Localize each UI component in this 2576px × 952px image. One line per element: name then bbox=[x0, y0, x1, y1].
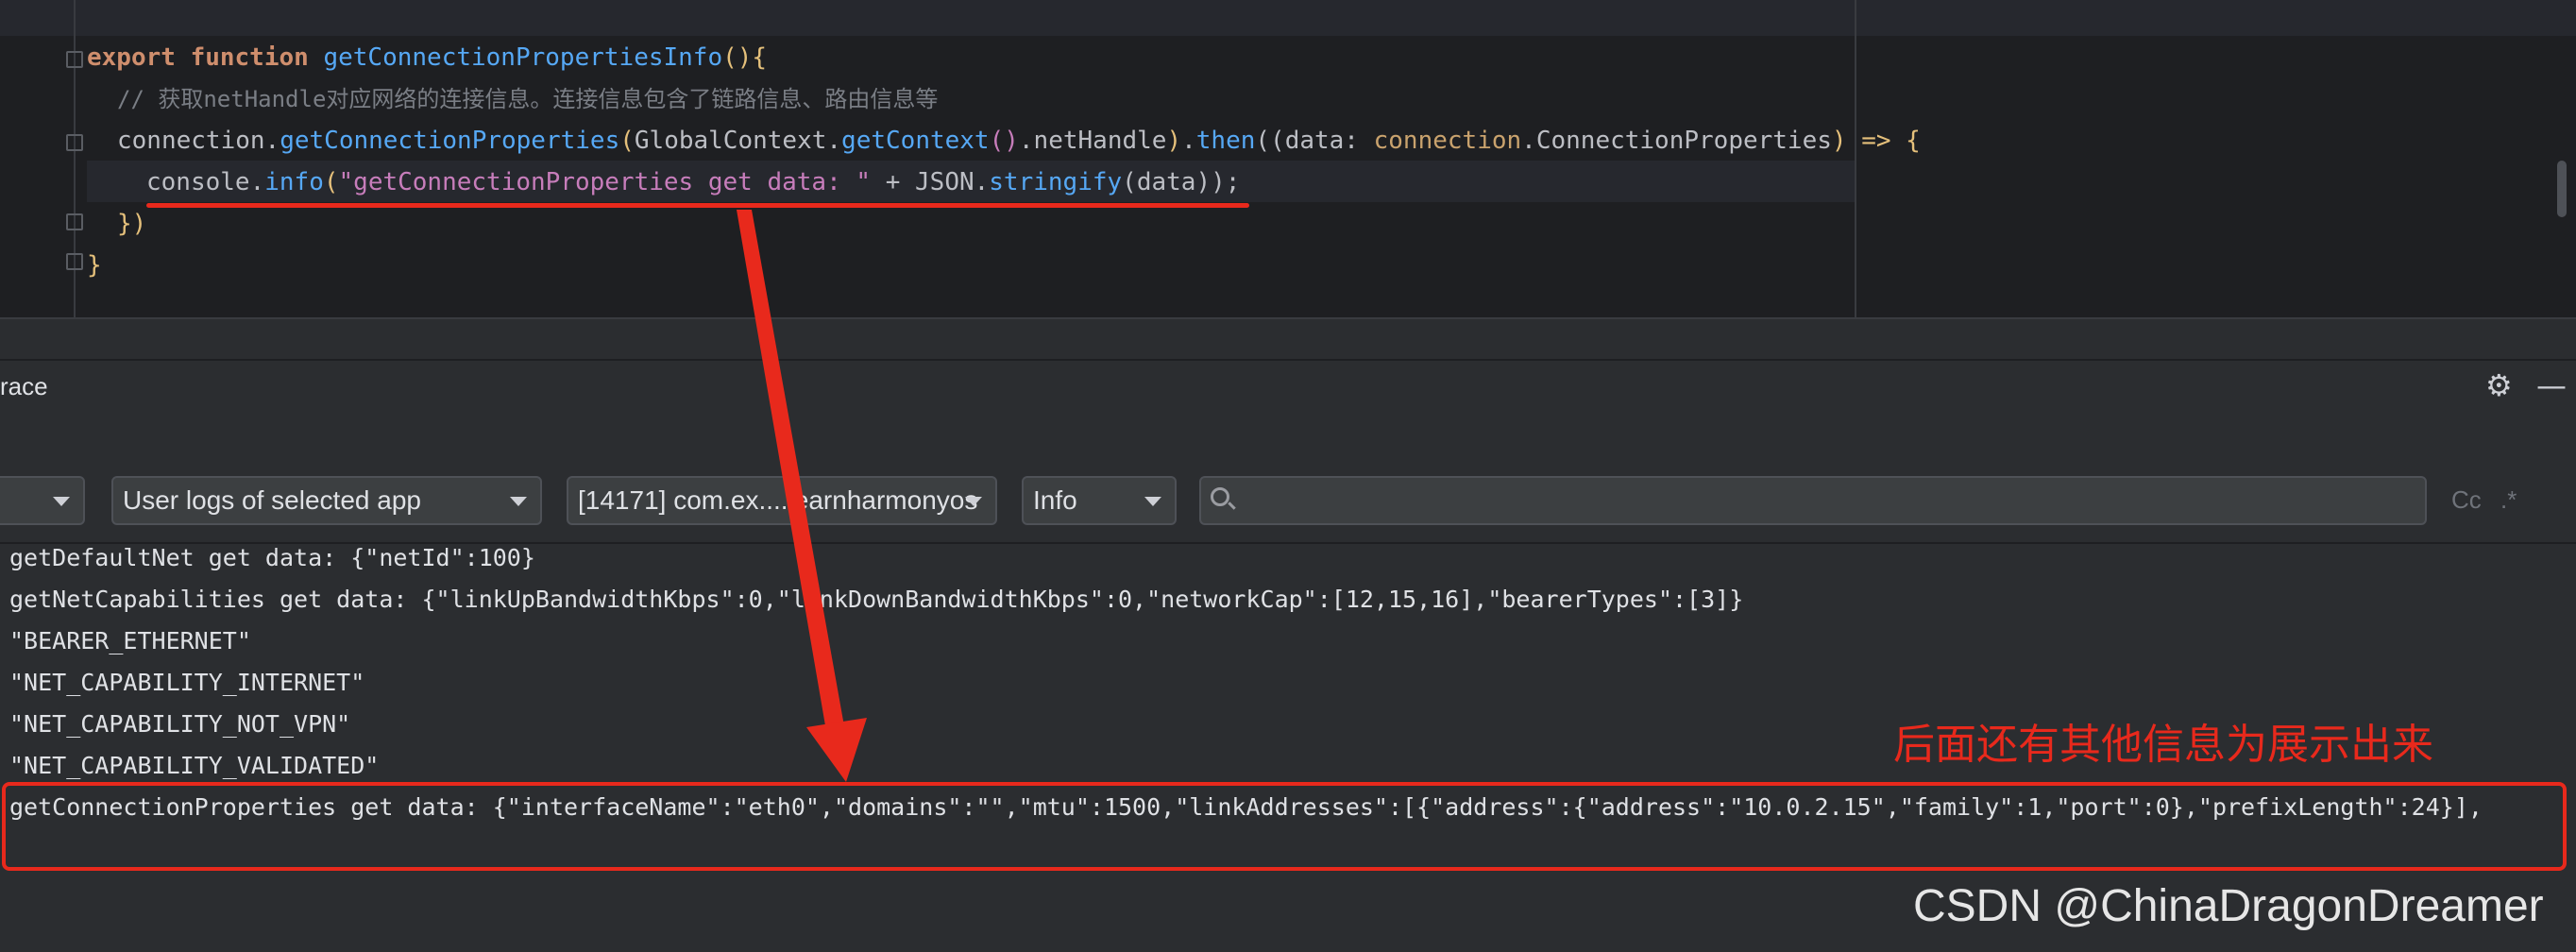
annotation-note: 后面还有其他信息为展示出来 bbox=[1893, 721, 2433, 769]
log-level-value: Info bbox=[1033, 485, 1077, 515]
code-comment: // 获取netHandle对应网络的连接信息。连接信息包含了链路信息、路由信息… bbox=[117, 86, 939, 112]
code-token: GlobalContext bbox=[634, 127, 827, 155]
code-method: getContext bbox=[841, 127, 990, 155]
panel-title[interactable]: race bbox=[0, 372, 48, 401]
code-token: .netHandle bbox=[1018, 127, 1167, 155]
regex-toggle[interactable]: .* bbox=[2500, 485, 2517, 515]
code-punct: (){ bbox=[722, 43, 768, 72]
chevron-down-icon bbox=[965, 497, 982, 506]
code-token: + JSON. bbox=[871, 168, 990, 196]
log-line: "NET_CAPABILITY_INTERNET" bbox=[9, 669, 365, 696]
code-line-4[interactable]: console.info("getConnectionProperties ge… bbox=[146, 164, 1240, 200]
fold-icon[interactable] bbox=[66, 134, 83, 151]
chevron-down-icon bbox=[1144, 497, 1161, 506]
log-line: "BEARER_ETHERNET" bbox=[9, 627, 251, 654]
code-token: . bbox=[264, 127, 280, 155]
log-search-input[interactable] bbox=[1199, 476, 2427, 525]
process-value: [14171] com.ex....learnharmonyos bbox=[578, 485, 978, 515]
search-icon bbox=[1211, 487, 1229, 506]
log-scope-select[interactable]: User logs of selected app bbox=[111, 476, 542, 525]
annotation-highlight-box bbox=[2, 782, 2567, 871]
log-level-select[interactable]: Info bbox=[1022, 476, 1177, 525]
code-method: getConnectionProperties bbox=[280, 127, 620, 155]
code-punct: ( bbox=[323, 168, 339, 196]
fold-icon[interactable] bbox=[66, 51, 83, 68]
code-editor[interactable]: export function getConnectionPropertiesI… bbox=[0, 0, 2576, 317]
keyword: export function bbox=[87, 43, 309, 72]
code-token: connection bbox=[117, 127, 265, 155]
code-punct: ) bbox=[1166, 127, 1182, 155]
log-line: "NET_CAPABILITY_VALIDATED" bbox=[9, 752, 380, 779]
editor-top-band bbox=[0, 0, 2576, 36]
fold-icon[interactable] bbox=[66, 253, 83, 270]
log-filter-bar: User logs of selected app [14171] com.ex… bbox=[0, 457, 2576, 544]
log-toolbar bbox=[0, 412, 2576, 457]
code-type: .ConnectionProperties bbox=[1521, 127, 1832, 155]
chevron-down-icon bbox=[510, 497, 527, 506]
log-line: "NET_CAPABILITY_NOT_VPN" bbox=[9, 710, 351, 738]
code-line-3[interactable]: connection.getConnectionProperties(Globa… bbox=[117, 123, 1921, 159]
code-token: (data)); bbox=[1122, 168, 1241, 196]
code-token: . bbox=[1181, 127, 1196, 155]
code-line-5[interactable]: }) bbox=[117, 206, 146, 242]
device-select[interactable] bbox=[0, 476, 85, 525]
editor-scrollbar[interactable] bbox=[2557, 161, 2567, 217]
code-line-1[interactable]: export function getConnectionPropertiesI… bbox=[87, 40, 767, 76]
right-margin-guide bbox=[1855, 0, 1856, 317]
annotation-underline bbox=[146, 203, 1249, 208]
code-method: stringify bbox=[989, 168, 1123, 196]
code-punct: ) => { bbox=[1831, 127, 1921, 155]
log-panel-header: race ⚙ — bbox=[0, 359, 2576, 412]
process-select[interactable]: [14171] com.ex....learnharmonyos bbox=[567, 476, 997, 525]
code-token: ((data: bbox=[1255, 127, 1374, 155]
fold-icon[interactable] bbox=[66, 213, 83, 230]
code-line-2[interactable]: // 获取netHandle对应网络的连接信息。连接信息包含了链路信息、路由信息… bbox=[117, 81, 938, 117]
code-method: then bbox=[1195, 127, 1256, 155]
code-punct: ( bbox=[619, 127, 635, 155]
chevron-down-icon bbox=[53, 497, 70, 506]
minus-icon[interactable]: — bbox=[2536, 370, 2567, 400]
code-token: . bbox=[249, 168, 265, 196]
log-line: getNetCapabilities get data: {"linkUpBan… bbox=[9, 586, 1744, 613]
log-line: getDefaultNet get data: {"netId":100} bbox=[9, 544, 535, 571]
gear-icon[interactable]: ⚙ bbox=[2485, 370, 2513, 400]
code-punct: () bbox=[989, 127, 1019, 155]
code-line-6[interactable]: } bbox=[87, 247, 102, 283]
code-string: "getConnectionProperties get data: " bbox=[338, 168, 872, 196]
panel-splitter[interactable] bbox=[0, 317, 2576, 359]
code-type-namespace: connection bbox=[1373, 127, 1522, 155]
watermark: CSDN @ChinaDragonDreamer bbox=[1913, 881, 2544, 931]
function-name: getConnectionPropertiesInfo bbox=[323, 43, 723, 72]
code-method: info bbox=[264, 168, 324, 196]
log-scope-value: User logs of selected app bbox=[123, 485, 421, 515]
match-case-toggle[interactable]: Cc bbox=[2451, 485, 2482, 515]
code-token: . bbox=[826, 127, 842, 155]
code-token: console bbox=[146, 168, 250, 196]
